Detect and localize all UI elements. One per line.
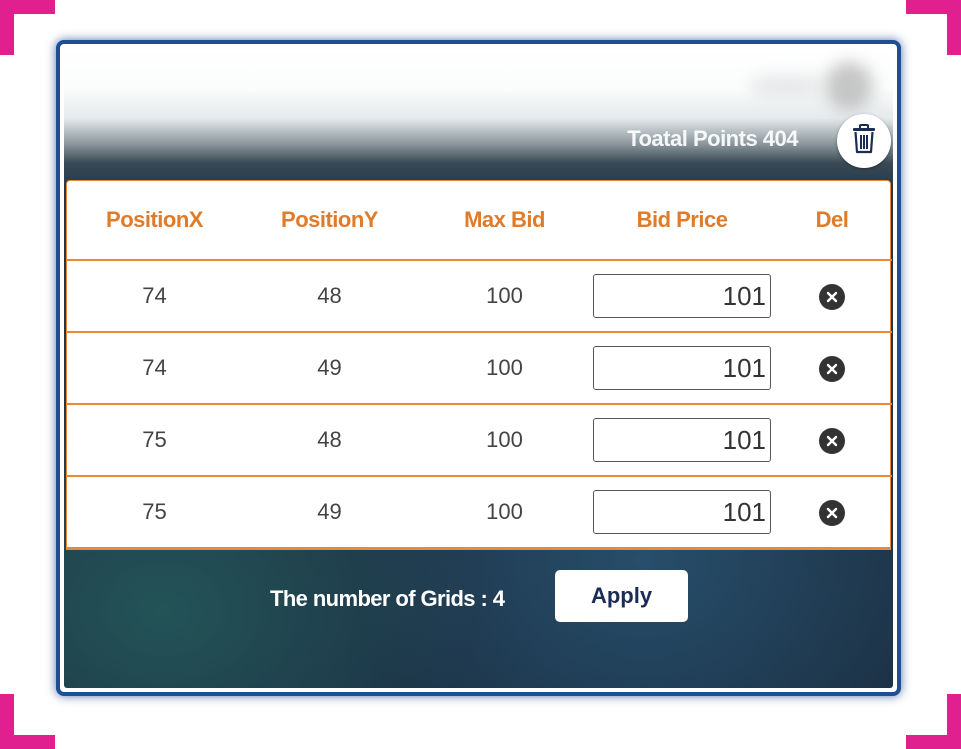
bid-table: PositionX PositionY Max Bid Bid Price De… [66, 180, 892, 550]
delete-row-button[interactable] [819, 355, 845, 382]
corner-bracket-top-right [906, 0, 961, 55]
bid-price-input[interactable] [593, 490, 771, 534]
del-cell [772, 404, 892, 477]
close-circle-icon [826, 291, 838, 302]
column-header-positionx: PositionX [67, 181, 242, 261]
position-y-cell: 48 [242, 404, 417, 477]
bid-price-cell [592, 332, 772, 405]
column-header-del: Del [772, 181, 892, 261]
table-header-row: PositionX PositionY Max Bid Bid Price De… [67, 181, 892, 261]
trash-icon [851, 123, 877, 159]
total-points-label: Toatal Points 404 [627, 126, 798, 151]
position-y-cell: 49 [242, 332, 417, 405]
delete-row-button[interactable] [819, 427, 845, 454]
corner-bracket-top-left [0, 0, 55, 55]
delete-row-button[interactable] [819, 499, 845, 526]
table-row: 74 48 100 [67, 260, 892, 333]
close-circle-icon [826, 435, 838, 446]
blurred-avatar [825, 62, 873, 110]
column-header-positiony: PositionY [242, 181, 417, 261]
grid-count-label: The number of Grids : 4 [270, 586, 505, 611]
bid-price-cell [592, 260, 772, 333]
delete-all-button[interactable] [837, 114, 891, 168]
blurred-username [751, 76, 821, 96]
table-row: 74 49 100 [67, 332, 892, 405]
position-x-cell: 75 [142, 499, 167, 524]
bid-price-input[interactable] [593, 346, 771, 390]
position-x-cell: 74 [67, 332, 242, 405]
del-cell [772, 332, 892, 405]
column-header-bid-price: Bid Price [592, 181, 772, 261]
max-bid-cell: 100 [417, 332, 592, 405]
table-row: 75 49 100 [67, 476, 892, 547]
close-circle-icon [826, 507, 838, 518]
position-x-cell: 75 [67, 404, 242, 477]
corner-bracket-bottom-left [0, 694, 55, 749]
close-circle-icon [826, 363, 838, 374]
bid-price-cell [592, 476, 772, 547]
bid-price-input[interactable] [593, 418, 771, 462]
del-cell [772, 476, 892, 547]
max-bid-cell: 100 [417, 404, 592, 477]
position-y-cell: 48 [242, 260, 417, 333]
table-row: 75 48 100 [67, 404, 892, 477]
max-bid-cell: 100 [417, 260, 592, 333]
max-bid-cell: 100 [486, 499, 523, 524]
position-x-cell: 74 [67, 260, 242, 333]
column-header-max-bid: Max Bid [417, 181, 592, 261]
bid-price-input[interactable] [593, 274, 771, 318]
apply-button[interactable]: Apply [555, 570, 688, 622]
corner-bracket-bottom-right [906, 694, 961, 749]
position-y-cell: 49 [317, 499, 342, 524]
del-cell [772, 260, 892, 333]
bid-panel: Toatal Points 404 PositionX PositionY Ma… [56, 40, 901, 696]
bid-price-cell [592, 404, 772, 477]
bid-panel-body: Toatal Points 404 PositionX PositionY Ma… [64, 48, 893, 688]
delete-row-button[interactable] [819, 283, 845, 310]
